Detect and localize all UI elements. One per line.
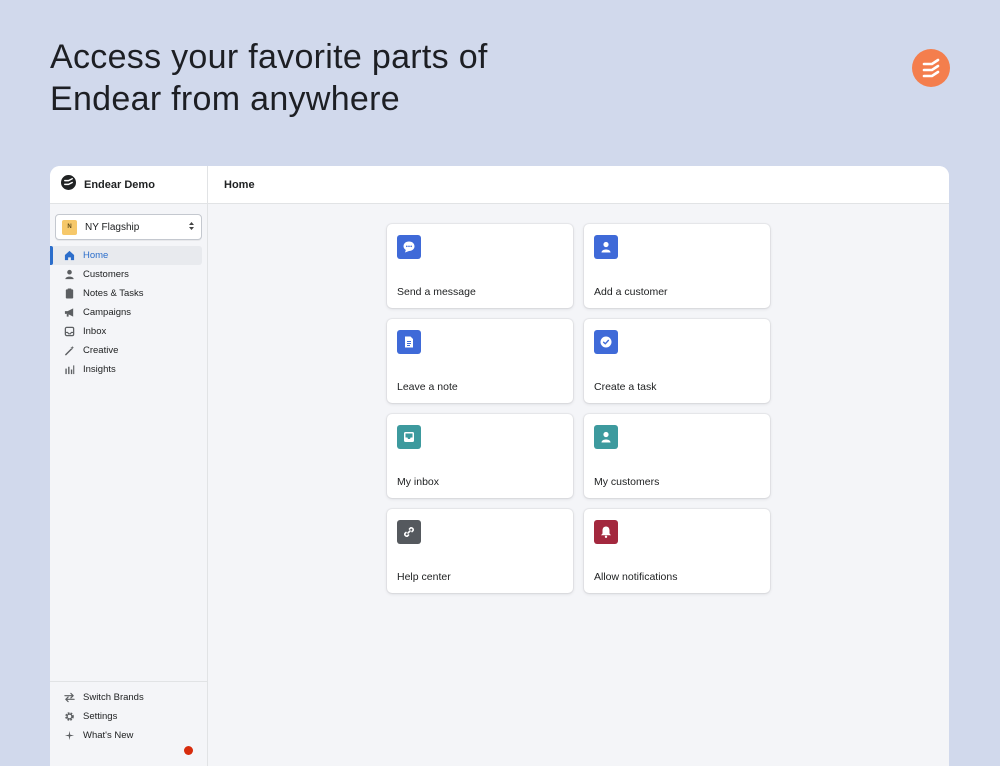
sidebar-item-creative[interactable]: Creative	[50, 341, 202, 360]
card-leave-note[interactable]: Leave a note	[387, 319, 573, 403]
inbox-icon	[397, 425, 421, 449]
card-label: Add a customer	[594, 286, 668, 298]
card-label: Leave a note	[397, 381, 458, 393]
sidebar-footer: Switch Brands Settings What's New	[50, 681, 207, 745]
home-icon	[64, 250, 75, 261]
link-icon	[397, 520, 421, 544]
inbox-icon	[64, 326, 75, 337]
whats-new-notification-dot	[184, 746, 193, 755]
sidebar-item-customers[interactable]: Customers	[50, 265, 202, 284]
card-label: Create a task	[594, 381, 657, 393]
sidebar-item-label: Inbox	[83, 326, 107, 337]
card-add-customer[interactable]: Add a customer	[584, 224, 770, 308]
sidebar: Endear Demo N NY Flagship Home Customers	[50, 166, 208, 766]
sidebar-item-inbox[interactable]: Inbox	[50, 322, 202, 341]
page-title: Home	[224, 178, 255, 191]
clipboard-icon	[64, 288, 75, 299]
sidebar-item-label: What's New	[83, 730, 134, 741]
store-initial-badge: N	[62, 219, 77, 235]
card-label: Send a message	[397, 286, 476, 298]
sidebar-item-label: Switch Brands	[83, 692, 144, 703]
card-label: Help center	[397, 571, 451, 583]
headline-line-1: Access your favorite parts of	[50, 38, 488, 76]
document-icon	[397, 330, 421, 354]
card-label: My customers	[594, 476, 660, 488]
megaphone-icon	[64, 307, 75, 318]
store-selector[interactable]: N NY Flagship	[55, 214, 202, 240]
select-arrows-icon	[188, 218, 195, 236]
sparkle-icon	[64, 730, 75, 741]
sidebar-item-notes-tasks[interactable]: Notes & Tasks	[50, 284, 202, 303]
sidebar-item-label: Notes & Tasks	[83, 288, 144, 299]
endear-logo	[912, 49, 950, 87]
sidebar-item-label: Insights	[83, 364, 116, 375]
card-allow-notifications[interactable]: Allow notifications	[584, 509, 770, 593]
person-icon	[594, 425, 618, 449]
card-my-inbox[interactable]: My inbox	[387, 414, 573, 498]
endear-logo-icon	[61, 174, 76, 195]
sidebar-item-whats-new[interactable]: What's New	[50, 726, 202, 745]
magic-wand-icon	[64, 345, 75, 356]
sidebar-item-campaigns[interactable]: Campaigns	[50, 303, 202, 322]
person-icon	[594, 235, 618, 259]
card-label: My inbox	[397, 476, 440, 488]
card-my-customers[interactable]: My customers	[584, 414, 770, 498]
card-send-message[interactable]: Send a message	[387, 224, 573, 308]
app-window: Endear Demo N NY Flagship Home Customers	[50, 166, 949, 766]
sidebar-item-label: Customers	[83, 269, 129, 280]
sidebar-item-settings[interactable]: Settings	[50, 707, 202, 726]
app-name: Endear Demo	[84, 178, 155, 191]
main-header: Home	[208, 166, 949, 204]
card-help-center[interactable]: Help center	[387, 509, 573, 593]
sidebar-item-label: Settings	[83, 711, 118, 722]
sidebar-item-label: Home	[83, 250, 109, 261]
sidebar-item-switch-brands[interactable]: Switch Brands	[50, 688, 202, 707]
sidebar-item-home[interactable]: Home	[50, 246, 202, 265]
headline: Access your favorite parts of Endear fro…	[50, 36, 488, 120]
swap-arrows-icon	[64, 692, 75, 703]
sidebar-item-label: Campaigns	[83, 307, 132, 318]
bell-icon	[594, 520, 618, 544]
person-icon	[64, 269, 75, 280]
endear-logo-icon	[922, 58, 940, 78]
card-label: Allow notifications	[594, 571, 678, 583]
sidebar-header: Endear Demo	[50, 166, 207, 204]
chat-bubble-icon	[397, 235, 421, 259]
card-create-task[interactable]: Create a task	[584, 319, 770, 403]
bar-chart-icon	[64, 364, 75, 375]
store-name: NY Flagship	[85, 221, 140, 233]
sidebar-item-label: Creative	[83, 345, 119, 356]
gear-icon	[64, 711, 75, 722]
sidebar-item-insights[interactable]: Insights	[50, 360, 202, 379]
checkmark-circle-icon	[594, 330, 618, 354]
sidebar-nav: Home Customers Notes & Tasks Campaigns I…	[50, 246, 207, 379]
headline-line-2: Endear from anywhere	[50, 80, 400, 118]
